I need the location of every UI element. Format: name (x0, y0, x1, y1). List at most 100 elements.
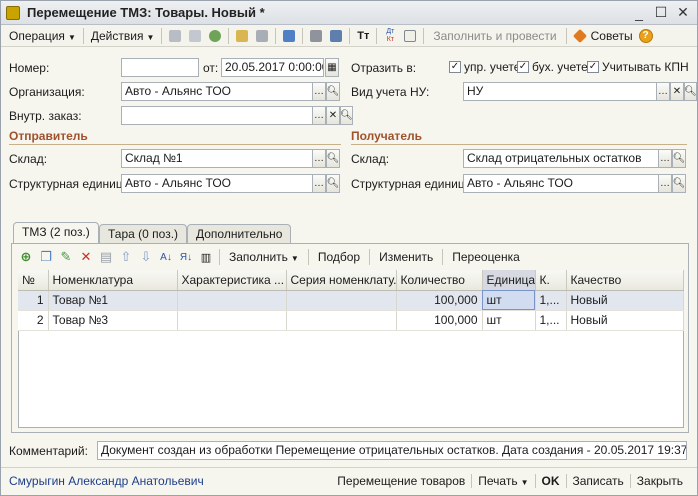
sender-unit-select-button[interactable]: … (312, 174, 326, 193)
tab-additional[interactable]: Дополнительно (187, 224, 292, 243)
item-cell[interactable]: Товар №3 (48, 310, 178, 331)
fill-and-post-button[interactable]: Заполнить и провести (427, 29, 562, 43)
go-to-icon[interactable] (279, 26, 299, 46)
journal-icon[interactable] (400, 26, 420, 46)
column-header-number[interactable]: № (18, 270, 49, 291)
receiver-warehouse-input[interactable]: Склад отрицательных остатков (463, 149, 659, 168)
delete-row-icon[interactable]: ✕ (76, 247, 96, 267)
table-row[interactable]: 2 Товар №3 100,000 шт 1,... Новый (18, 310, 684, 331)
unpost-icon[interactable] (185, 26, 205, 46)
close-window-button[interactable]: ✕ (673, 3, 693, 22)
move-down-icon[interactable]: ⇩ (136, 247, 156, 267)
list-view-icon[interactable] (306, 26, 326, 46)
sort-ascending-icon[interactable]: A↓ (156, 247, 176, 267)
organization-select-button[interactable]: … (312, 82, 326, 101)
clear-icon[interactable]: ✕ (670, 82, 684, 101)
minimize-button[interactable]: _ (629, 3, 649, 22)
sender-unit-input[interactable]: Авто - Альянс ТОО (121, 174, 313, 193)
column-header-quantity[interactable]: Количество (396, 270, 483, 291)
receiver-warehouse-select-button[interactable]: … (658, 149, 672, 168)
operation-menu[interactable]: Операция ▼ (5, 26, 80, 46)
close-button[interactable]: Закрыть (631, 472, 689, 490)
row-number[interactable]: 2 (18, 310, 49, 331)
series-cell[interactable] (286, 290, 397, 311)
search-icon[interactable]: 🔍︎ (672, 174, 686, 193)
search-icon[interactable]: 🔍︎ (340, 106, 353, 125)
tree-view-icon[interactable] (326, 26, 346, 46)
item-cell[interactable]: Товар №1 (48, 290, 178, 311)
clear-icon[interactable]: ✕ (326, 106, 340, 125)
search-icon[interactable]: 🔍︎ (684, 82, 697, 101)
help-icon[interactable]: ? (638, 28, 653, 43)
characteristic-cell[interactable] (177, 310, 287, 331)
edit-row-icon[interactable]: ✎ (56, 247, 76, 267)
calendar-icon[interactable]: ▦ (325, 58, 339, 77)
end-edit-icon[interactable]: ▤ (96, 247, 116, 267)
column-header-series[interactable]: Серия номенклату... (286, 270, 397, 291)
ok-button[interactable]: OK (536, 472, 566, 490)
sort-descending-icon[interactable]: Я↓ (176, 247, 196, 267)
debit-credit-icon[interactable]: Дт Кт (380, 26, 400, 46)
sender-warehouse-select-button[interactable]: … (312, 149, 326, 168)
comment-input[interactable]: Документ создан из обработки Перемещение… (97, 441, 687, 460)
barcode-icon[interactable]: ▥ (196, 247, 216, 267)
copy-row-icon[interactable]: ❐ (36, 247, 56, 267)
checkbox-management-accounting[interactable]: ✓ упр. учете (449, 60, 520, 74)
tab-goods[interactable]: ТМЗ (2 поз.) (13, 222, 99, 244)
reflect-in-label: Отразить в: (351, 61, 417, 75)
quantity-cell[interactable]: 100,000 (396, 310, 483, 331)
structure-icon[interactable] (252, 26, 272, 46)
table-row[interactable]: 1 Товар №1 100,000 шт 1,... Новый (18, 290, 684, 311)
author-link[interactable]: Смурыгин Александр Анатольевич (9, 474, 204, 488)
characteristic-cell[interactable] (177, 290, 287, 311)
tax-accounting-select-button[interactable]: … (656, 82, 670, 101)
add-row-icon[interactable]: ⊕ (16, 247, 36, 267)
change-button[interactable]: Изменить (373, 250, 439, 264)
column-header-unit[interactable]: Единица (482, 270, 536, 291)
column-header-quality[interactable]: Качество (566, 270, 684, 291)
save-button[interactable]: Записать (567, 472, 630, 490)
print-menu[interactable]: Печать ▼ (472, 472, 534, 490)
row-number[interactable]: 1 (18, 290, 49, 311)
tax-accounting-type-input[interactable]: НУ (463, 82, 657, 101)
receiver-unit-select-button[interactable]: … (658, 174, 672, 193)
actions-menu[interactable]: Действия ▼ (87, 26, 159, 46)
search-icon[interactable]: 🔍︎ (326, 149, 340, 168)
copy-document-icon[interactable] (232, 26, 252, 46)
move-goods-button[interactable]: Перемещение товаров (331, 472, 471, 490)
font-icon[interactable]: Тт (353, 26, 373, 46)
search-icon[interactable]: 🔍︎ (326, 82, 340, 101)
inner-order-input[interactable] (121, 106, 313, 125)
date-input[interactable]: 20.05.2017 0:00:00 (221, 58, 324, 77)
column-header-coefficient[interactable]: К. (535, 270, 567, 291)
checkbox-kpn[interactable]: ✓ Учитывать КПН (587, 60, 689, 74)
title-bar[interactable]: Перемещение ТМЗ: Товары. Новый * _ ☐ ✕ (1, 1, 697, 25)
post-icon[interactable] (165, 26, 185, 46)
unit-cell[interactable]: шт (482, 310, 536, 331)
coefficient-cell[interactable]: 1,... (535, 310, 567, 331)
quality-cell[interactable]: Новый (566, 310, 684, 331)
inner-order-select-button[interactable]: … (312, 106, 326, 125)
select-button[interactable]: Подбор (312, 250, 366, 264)
refresh-icon[interactable] (205, 26, 225, 46)
coefficient-cell[interactable]: 1,... (535, 290, 567, 311)
series-cell[interactable] (286, 310, 397, 331)
tab-containers[interactable]: Тара (0 поз.) (99, 224, 188, 243)
move-up-icon[interactable]: ⇧ (116, 247, 136, 267)
unit-cell[interactable]: шт (482, 290, 536, 311)
search-icon[interactable]: 🔍︎ (326, 174, 340, 193)
tips-button[interactable]: Советы (590, 29, 639, 43)
quality-cell[interactable]: Новый (566, 290, 684, 311)
checkbox-bookkeeping[interactable]: ✓ бух. учете (517, 60, 588, 74)
revalue-button[interactable]: Переоценка (446, 250, 526, 264)
organization-input[interactable]: Авто - Альянс ТОО (121, 82, 313, 101)
search-icon[interactable]: 🔍︎ (672, 149, 686, 168)
column-header-characteristic[interactable]: Характеристика ... (177, 270, 287, 291)
column-header-item[interactable]: Номенклатура (48, 270, 178, 291)
quantity-cell[interactable]: 100,000 (396, 290, 483, 311)
sender-warehouse-input[interactable]: Склад №1 (121, 149, 313, 168)
receiver-unit-input[interactable]: Авто - Альянс ТОО (463, 174, 659, 193)
fill-menu[interactable]: Заполнить ▼ (223, 250, 305, 264)
maximize-button[interactable]: ☐ (651, 3, 671, 22)
number-input[interactable] (121, 58, 199, 77)
